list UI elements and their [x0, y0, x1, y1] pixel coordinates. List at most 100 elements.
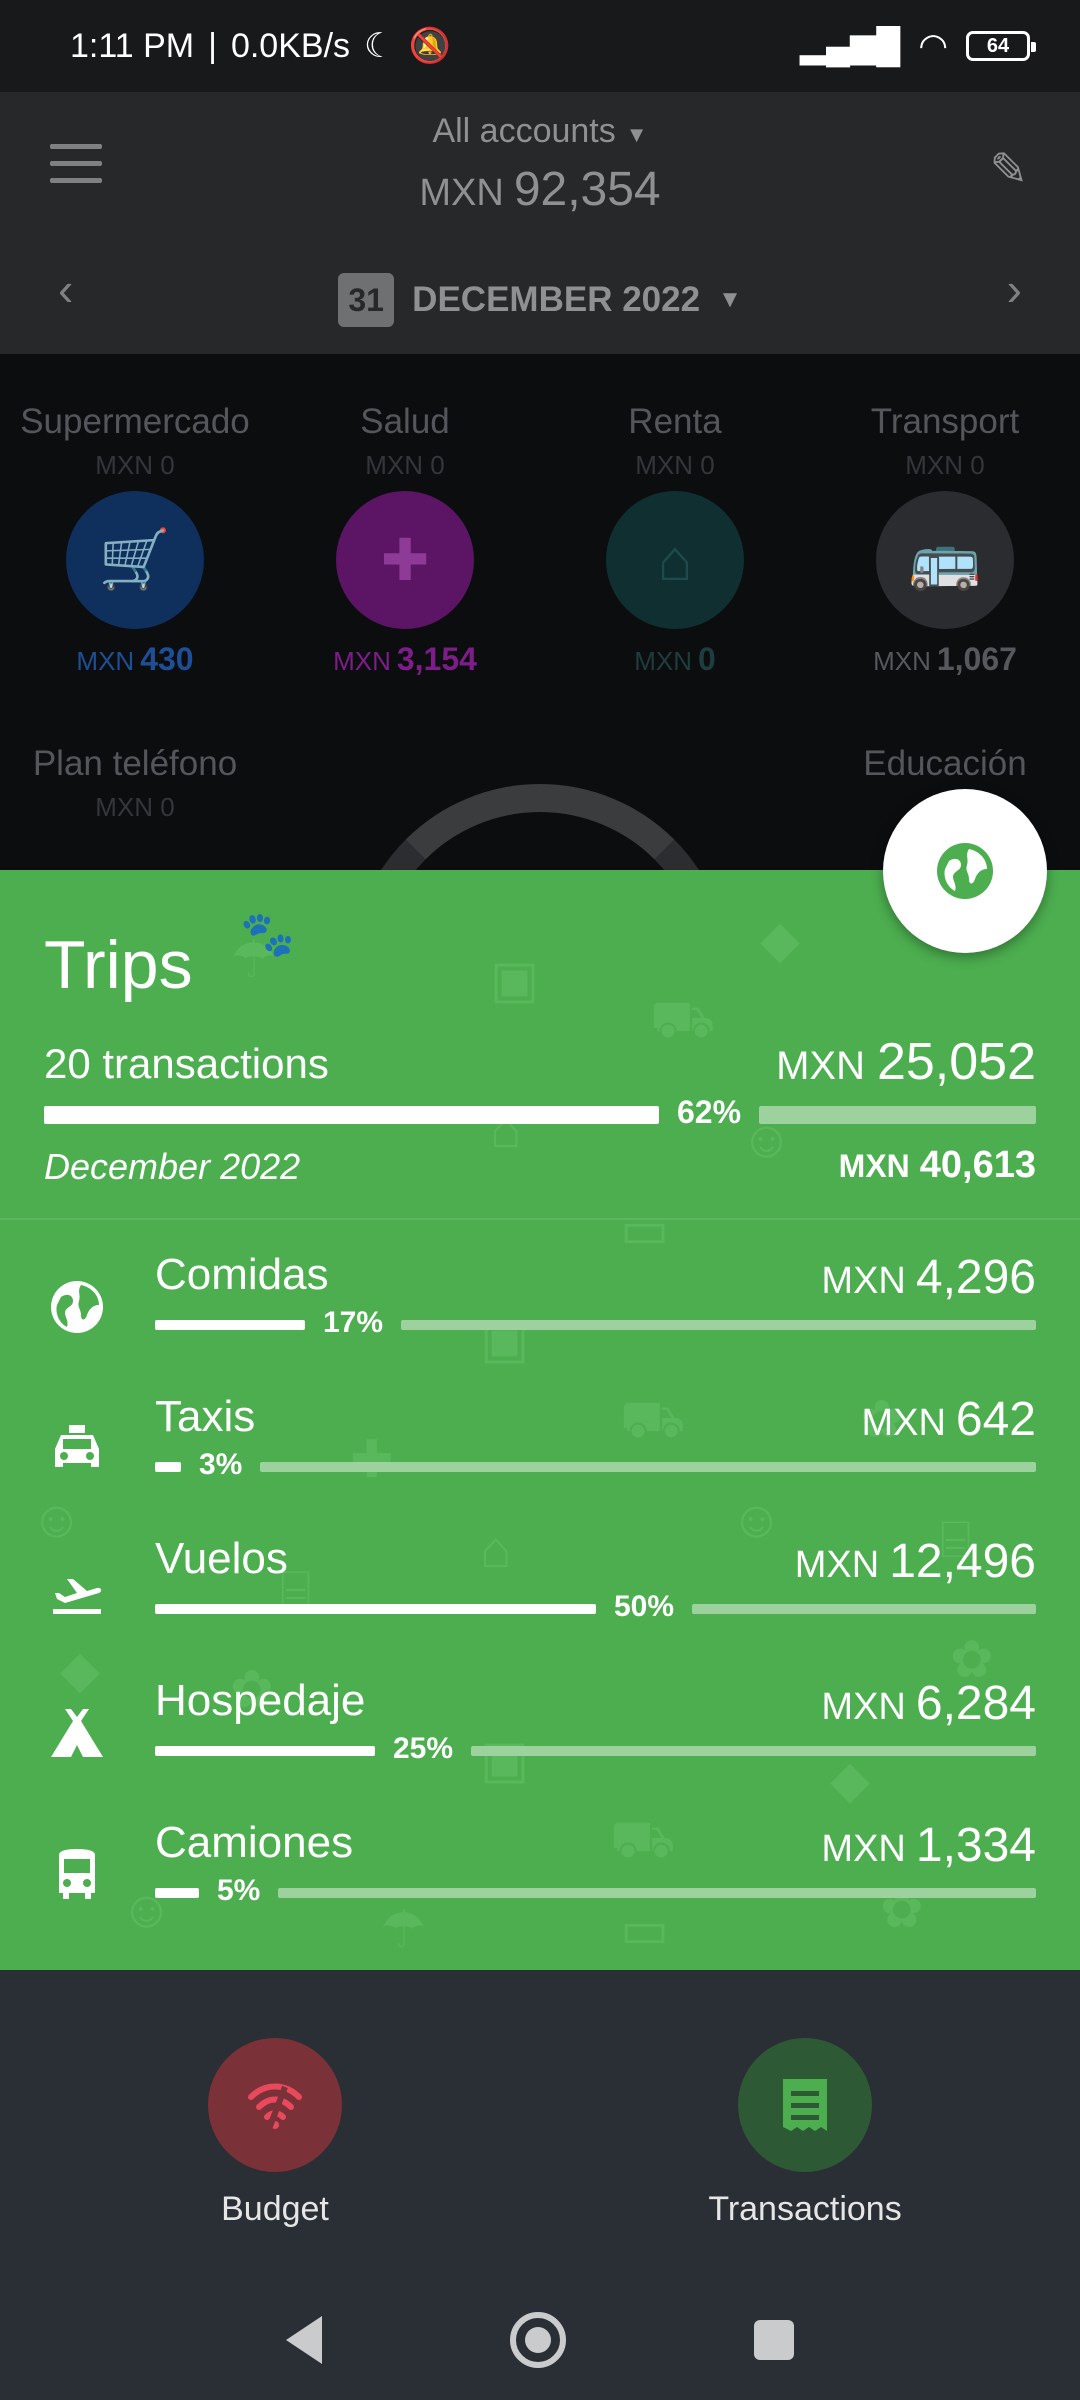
chevron-down-icon: ▼ — [625, 122, 648, 147]
subcategory-row-camiones[interactable]: Camiones MXN 1,334 5% — [0, 1808, 1080, 1950]
trip-title: Trips — [44, 927, 193, 1003]
subcategory-row-hospedaje[interactable]: Hospedaje MXN 6,284 25% — [0, 1666, 1080, 1808]
paw-icon: 🐾 — [240, 910, 295, 959]
bus-icon: 🚌 — [876, 491, 1014, 629]
bus-icon — [44, 1842, 110, 1908]
progress-percent: 25% — [393, 1732, 454, 1765]
progress-fill — [155, 1462, 181, 1472]
budget-nav[interactable]: Budget — [125, 2038, 425, 2229]
transactions-button[interactable] — [738, 2038, 872, 2172]
home-icon: ⌂ — [606, 491, 744, 629]
trip-total: MXN 25,052 — [776, 1033, 1036, 1091]
subcategory-row-comidas[interactable]: Comidas MXN 4,296 17% — [0, 1240, 1080, 1382]
progress-percent: 50% — [614, 1590, 675, 1623]
balance-currency: MXN — [419, 172, 504, 214]
progress-percent: 5% — [217, 1874, 261, 1907]
subcategory-progress-bar: 17% — [155, 1306, 1036, 1339]
subcategory-name: Comidas — [155, 1250, 329, 1299]
subcategory-name: Camiones — [155, 1818, 354, 1867]
bandage-icon: ✚ — [336, 491, 474, 629]
cart-icon: 🛒 — [66, 491, 204, 629]
progress-percent: 62% — [677, 1094, 742, 1130]
tent-icon — [44, 1700, 110, 1766]
bottom-area: Budget Transactions — [0, 1970, 1080, 2400]
trip-category-icon-button[interactable] — [883, 789, 1047, 953]
category-educacion[interactable]: Educación — [810, 744, 1080, 784]
category-renta[interactable]: Renta MXN 0 ⌂ MXN 0 — [540, 402, 810, 678]
app-header: All accounts ▼ MXN 92,354 ✎ ‹ 31 DECEMBER … — [0, 92, 1080, 354]
subcategory-amount: MXN 642 — [861, 1393, 1036, 1446]
network-speed: 0.0KB/s — [230, 26, 351, 65]
categories-dimmed: Supermercado MXN 0 🛒 MXN 430 Salud MXN 0 … — [0, 354, 1080, 870]
progress-remainder — [471, 1746, 1036, 1756]
edit-icon[interactable]: ✎ — [989, 142, 1028, 196]
battery-icon: 64 — [966, 31, 1036, 61]
wifi-off-icon — [248, 2083, 302, 2131]
stroller-icon: ⛟ — [650, 991, 716, 1049]
next-period-icon[interactable]: › — [1007, 262, 1022, 316]
subcategory-progress-bar: 25% — [155, 1732, 1036, 1765]
balance: MXN 92,354 — [0, 162, 1080, 217]
trip-progress-bar: 62% — [44, 1094, 1036, 1130]
period-label: DECEMBER 2022 — [412, 280, 701, 319]
subcategory-progress-bar: 3% — [155, 1448, 1036, 1481]
progress-percent: 3% — [199, 1448, 243, 1481]
subcategory-row-vuelos[interactable]: Vuelos MXN 12,496 50% — [0, 1524, 1080, 1666]
system-navigation — [0, 2292, 1080, 2388]
progress-fill — [44, 1106, 659, 1124]
subcategory-name: Hospedaje — [155, 1676, 366, 1725]
chevron-down-icon: ▼ — [718, 286, 742, 313]
progress-fill — [155, 1888, 199, 1898]
progress-fill — [155, 1320, 305, 1330]
progress-fill — [155, 1604, 596, 1614]
trips-sheet: ☂ 🐾 ▣ ◆ ⛟ ⌂ ☺ ▭ ▣ ✿ ✚ ⛟ ☺ ⌸ ⌂ ☺ ⌸ ◆ ✿ ▣ … — [0, 870, 1080, 1970]
transaction-count[interactable]: 20 transactions — [44, 1040, 329, 1088]
calendar-icon: 31 — [338, 273, 395, 327]
progress-remainder — [759, 1106, 1036, 1124]
recents-icon[interactable] — [754, 2320, 794, 2360]
divider — [0, 1218, 1080, 1220]
progress-fill — [155, 1746, 375, 1756]
receipt-icon — [783, 2079, 827, 2131]
subcategory-name: Vuelos — [155, 1534, 288, 1583]
category-plan-telefono[interactable]: Plan teléfono MXN 0 — [0, 744, 270, 823]
progress-remainder — [278, 1888, 1036, 1898]
trip-budget: MXN 40,613 — [838, 1144, 1036, 1186]
back-icon[interactable] — [286, 2316, 322, 2364]
subcategory-amount: MXN 4,296 — [821, 1251, 1036, 1304]
progress-remainder — [692, 1604, 1036, 1614]
account-label: All accounts — [432, 112, 616, 150]
globe-icon — [44, 1274, 110, 1340]
category-supermercado[interactable]: Supermercado MXN 0 🛒 MXN 430 — [0, 402, 270, 678]
trip-period: December 2022 — [44, 1146, 301, 1187]
subcategory-name: Taxis — [155, 1392, 256, 1441]
bus-icon: ▣ — [490, 951, 540, 1009]
subcategory-amount: MXN 12,496 — [794, 1535, 1036, 1588]
subcategory-amount: MXN 1,334 — [821, 1819, 1036, 1872]
signal-icon: ▂▄▆█ — [799, 27, 901, 65]
transactions-nav[interactable]: Transactions — [655, 2038, 955, 2229]
balance-value: 92,354 — [513, 163, 661, 216]
home-button-icon[interactable] — [510, 2312, 566, 2368]
account-selector[interactable]: All accounts ▼ — [0, 112, 1080, 151]
category-transport[interactable]: Transport MXN 0 🚌 MXN 1,067 — [810, 402, 1080, 678]
subcategory-progress-bar: 5% — [155, 1874, 1036, 1907]
plane-icon — [44, 1558, 110, 1624]
progress-remainder — [401, 1320, 1036, 1330]
period-selector[interactable]: 31 DECEMBER 2022 ▼ — [0, 270, 1080, 330]
subcategory-progress-bar: 50% — [155, 1590, 1036, 1623]
progress-percent: 17% — [323, 1306, 384, 1339]
subcategory-amount: MXN 6,284 — [821, 1677, 1036, 1730]
spending-donut — [350, 784, 730, 870]
budget-button[interactable] — [208, 2038, 342, 2172]
time: 1:11 PM — [70, 26, 195, 65]
progress-remainder — [260, 1462, 1036, 1472]
mute-icon: 🔕 — [408, 27, 451, 65]
taxi-icon — [44, 1416, 110, 1482]
moon-icon: ☾ — [364, 27, 395, 65]
budget-label: Budget — [221, 2190, 329, 2228]
subcategory-row-taxis[interactable]: Taxis MXN 642 3% — [0, 1382, 1080, 1524]
transactions-label: Transactions — [708, 2190, 902, 2228]
category-salud[interactable]: Salud MXN 0 ✚ MXN 3,154 — [270, 402, 540, 678]
wifi-icon: ◠ — [918, 27, 948, 65]
